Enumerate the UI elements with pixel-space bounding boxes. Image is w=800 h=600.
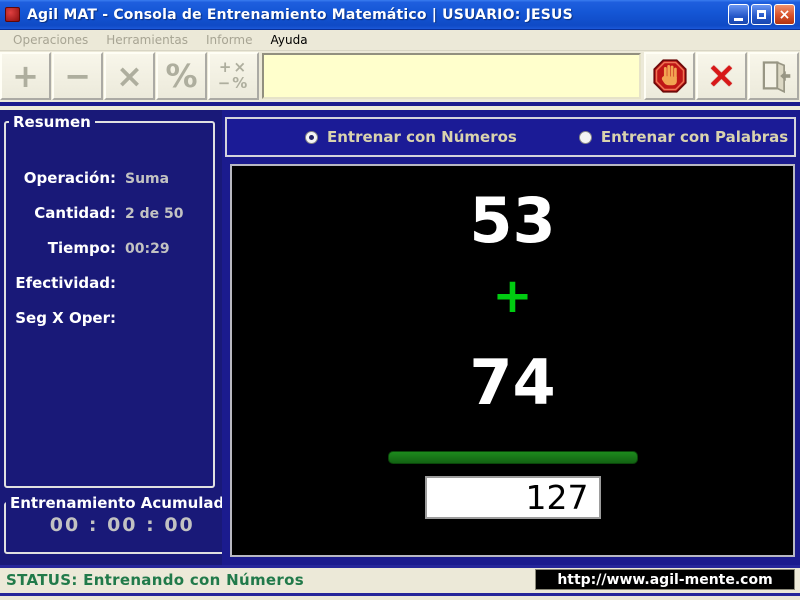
- acumulado-timer: 00 : 00 : 00: [6, 514, 239, 536]
- operacion-value: Suma: [125, 171, 169, 187]
- minus-icon: −: [64, 60, 91, 92]
- field-operacion: Operación: Suma: [6, 169, 213, 187]
- percent-icon: %: [165, 60, 197, 92]
- minimize-icon: [734, 18, 743, 21]
- summary-panel: Resumen Operación: Suma Cantidad: 2 de 5…: [0, 110, 222, 565]
- division-button[interactable]: %: [156, 52, 207, 100]
- field-efectividad: Efectividad:: [6, 274, 213, 292]
- resumen-groupbox: Resumen Operación: Suma Cantidad: 2 de 5…: [4, 113, 215, 488]
- operator-plus: +: [492, 272, 532, 320]
- cantidad-value: 2 de 50: [125, 206, 184, 222]
- app-icon: [5, 7, 20, 22]
- multiply-icon: ×: [116, 60, 143, 92]
- multiplicacion-button[interactable]: ×: [104, 52, 155, 100]
- radio-numeros-label[interactable]: Entrenar con Números: [327, 128, 517, 146]
- menubar: Operaciones Herramientas Informe Ayuda: [0, 30, 800, 51]
- field-seg-x-oper: Seg X Oper:: [6, 309, 213, 327]
- training-panel: Entrenar con Números Entrenar con Palabr…: [222, 110, 800, 565]
- operaciones-mixtas-button[interactable]: +× −%: [208, 52, 259, 100]
- maximize-button[interactable]: [751, 4, 772, 25]
- field-cantidad: Cantidad: 2 de 50: [6, 204, 213, 222]
- cancel-button[interactable]: ×: [696, 52, 747, 100]
- cancel-x-icon: ×: [706, 58, 736, 94]
- menu-ayuda[interactable]: Ayuda: [262, 31, 317, 49]
- radio-entrenar-numeros[interactable]: Entrenar con Números: [305, 128, 517, 146]
- app-window: Agil MAT - Consola de Entrenamiento Mate…: [0, 0, 800, 600]
- close-icon: ×: [779, 8, 791, 22]
- seg-x-oper-label: Seg X Oper:: [6, 309, 116, 327]
- field-tiempo: Tiempo: 00:29: [6, 239, 213, 257]
- operand-1: 53: [469, 190, 555, 252]
- radio-palabras-label[interactable]: Entrenar con Palabras: [601, 128, 788, 146]
- statusbar: STATUS: Entrenando con Números http://ww…: [0, 565, 800, 600]
- stop-hand-icon: [652, 58, 688, 94]
- operacion-label: Operación:: [6, 169, 116, 187]
- exercise-display: 53 + 74: [230, 164, 795, 557]
- status-text: STATUS: Entrenando con Números: [6, 571, 304, 589]
- website-link[interactable]: http://www.agil-mente.com: [535, 569, 795, 590]
- suma-button[interactable]: +: [0, 52, 51, 100]
- cantidad-label: Cantidad:: [6, 204, 116, 222]
- titlebar: Agil MAT - Consola de Entrenamiento Mate…: [0, 0, 800, 30]
- radio-entrenar-palabras[interactable]: Entrenar con Palabras: [579, 128, 788, 146]
- minimize-button[interactable]: [728, 4, 749, 25]
- operand-2: 74: [469, 352, 555, 414]
- time-progress-bar: [388, 451, 638, 464]
- maximize-icon: [757, 10, 766, 19]
- menu-operaciones[interactable]: Operaciones: [4, 31, 97, 49]
- acumulado-title: Entrenamiento Acumulado: [6, 494, 239, 512]
- status-divider: [0, 593, 800, 596]
- close-button[interactable]: ×: [774, 4, 795, 25]
- radio-palabras-icon[interactable]: [579, 131, 592, 144]
- acumulado-groupbox: Entrenamiento Acumulado 00 : 00 : 00: [4, 494, 241, 554]
- menu-informe[interactable]: Informe: [197, 31, 262, 49]
- toolbar: + − × % +× −%: [0, 51, 800, 106]
- mixed-ops-icon-bottom: −%: [218, 76, 250, 92]
- toolbar-spacer-panel: [262, 53, 641, 99]
- tiempo-label: Tiempo:: [6, 239, 116, 257]
- stop-button[interactable]: [644, 52, 695, 100]
- exit-door-icon: [756, 58, 792, 94]
- exit-button[interactable]: [748, 52, 799, 100]
- tiempo-value: 00:29: [125, 241, 170, 257]
- resta-button[interactable]: −: [52, 52, 103, 100]
- resumen-title: Resumen: [9, 113, 95, 131]
- plus-icon: +: [12, 60, 39, 92]
- main-area: Resumen Operación: Suma Cantidad: 2 de 5…: [0, 110, 800, 565]
- efectividad-label: Efectividad:: [6, 274, 116, 292]
- answer-input[interactable]: [425, 476, 601, 519]
- radio-numeros-icon[interactable]: [305, 131, 318, 144]
- mode-selector-bar: Entrenar con Números Entrenar con Palabr…: [225, 117, 796, 157]
- menu-herramientas[interactable]: Herramientas: [97, 31, 197, 49]
- window-title: Agil MAT - Consola de Entrenamiento Mate…: [27, 7, 728, 23]
